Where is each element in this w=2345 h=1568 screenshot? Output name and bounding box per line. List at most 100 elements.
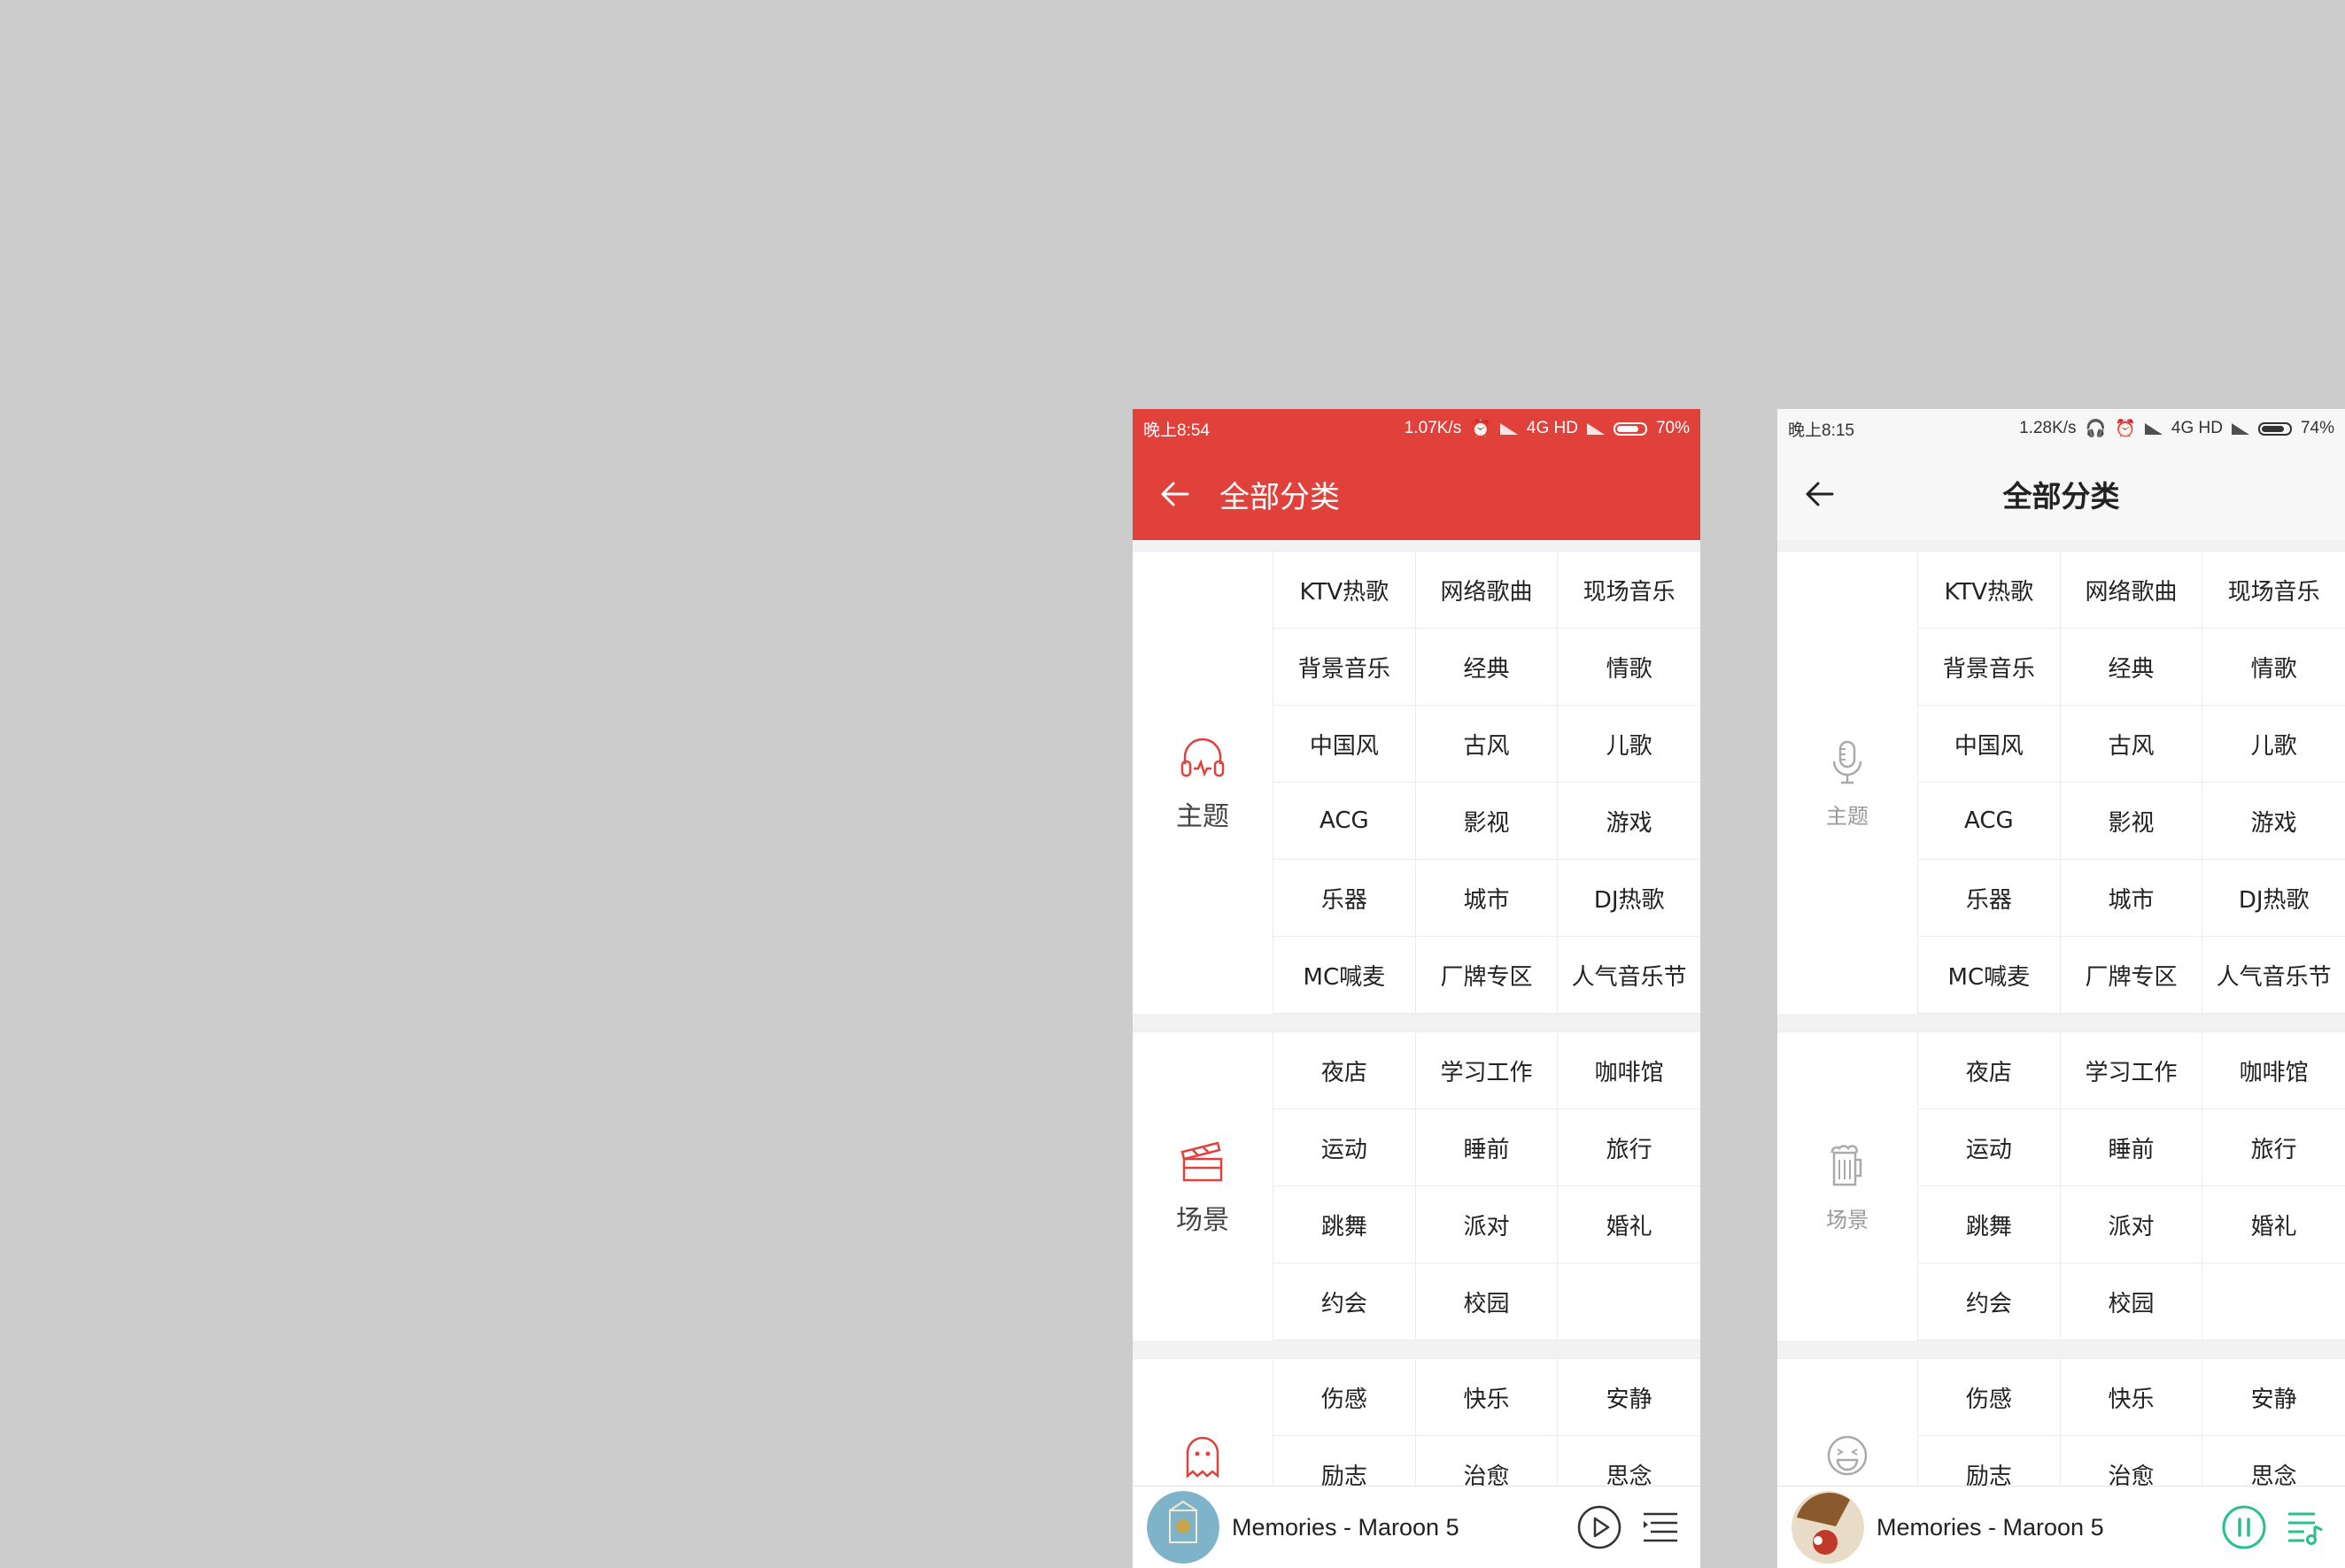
category-item[interactable]: 快乐: [1415, 1359, 1559, 1436]
category-section-theme: 主题 KTV热歌 网络歌曲 现场音乐 背景音乐 经典 情歌 中国风 古风 儿歌 …: [1133, 551, 1700, 1014]
category-section-scene: 场景 夜店 学习工作 咖啡馆 运动 睡前 旅行 跳舞 派对 婚礼 约会 校园: [1777, 1031, 2345, 1340]
category-list: 主题 KTV热歌 网络歌曲 现场音乐 背景音乐 经典 情歌 中国风 古风 儿歌 …: [1777, 540, 2345, 1513]
category-item[interactable]: ACG: [1918, 783, 2061, 860]
category-item[interactable]: 伤感: [1273, 1359, 1416, 1436]
category-item[interactable]: 城市: [2060, 860, 2203, 937]
section-name: 场景: [1826, 1207, 1869, 1232]
category-item[interactable]: 背景音乐: [1273, 629, 1416, 706]
category-item[interactable]: 游戏: [2202, 783, 2345, 860]
category-item[interactable]: 安静: [1558, 1359, 1700, 1436]
category-grid: 夜店 学习工作 咖啡馆 运动 睡前 旅行 跳舞 派对 婚礼 约会 校园: [1273, 1032, 1700, 1340]
category-item[interactable]: 学习工作: [1415, 1032, 1559, 1109]
category-grid: KTV热歌 网络歌曲 现场音乐 背景音乐 经典 情歌 中国风 古风 儿歌 ACG…: [1273, 552, 1700, 1014]
category-item[interactable]: 睡前: [2060, 1109, 2203, 1186]
category-item[interactable]: 厂牌专区: [2060, 937, 2203, 1014]
category-item[interactable]: 古风: [1415, 706, 1559, 783]
category-grid: 夜店 学习工作 咖啡馆 运动 睡前 旅行 跳舞 派对 婚礼 约会 校园: [1918, 1032, 2345, 1340]
category-item[interactable]: 儿歌: [2202, 706, 2345, 783]
category-item[interactable]: 跳舞: [1918, 1186, 2061, 1263]
category-item[interactable]: MC喊麦: [1273, 937, 1416, 1014]
category-item[interactable]: KTV热歌: [1273, 552, 1416, 629]
category-item[interactable]: DJ热歌: [1558, 860, 1700, 937]
category-item[interactable]: 运动: [1273, 1109, 1416, 1186]
category-item[interactable]: 城市: [1415, 860, 1559, 937]
category-item[interactable]: 现场音乐: [1558, 552, 1700, 629]
category-item[interactable]: 咖啡馆: [1558, 1032, 1700, 1109]
category-section-scene: 场景 夜店 学习工作 咖啡馆 运动 睡前 旅行 跳舞 派对 婚礼 约会 校园: [1133, 1031, 1700, 1340]
category-item[interactable]: 派对: [1415, 1186, 1559, 1263]
category-item[interactable]: 夜店: [1273, 1032, 1416, 1109]
battery-percent: 70%: [1655, 419, 1690, 437]
category-item[interactable]: KTV热歌: [1918, 552, 2061, 629]
category-item[interactable]: 校园: [1415, 1263, 1559, 1340]
category-item[interactable]: 中国风: [1918, 706, 2061, 783]
category-list: 主题 KTV热歌 网络歌曲 现场音乐 背景音乐 经典 情歌 中国风 古风 儿歌 …: [1133, 540, 1700, 1513]
network-speed: 1.28K/s: [2019, 419, 2077, 437]
category-item[interactable]: 约会: [1273, 1263, 1416, 1340]
category-item[interactable]: 乐器: [1273, 860, 1416, 937]
category-item[interactable]: 经典: [1415, 629, 1559, 706]
category-item[interactable]: 快乐: [2060, 1359, 2203, 1436]
category-item[interactable]: 校园: [2060, 1263, 2203, 1340]
category-item[interactable]: MC喊麦: [1918, 937, 2061, 1014]
category-item[interactable]: 情歌: [2202, 629, 2345, 706]
play-button[interactable]: [1576, 1504, 1622, 1550]
back-arrow-icon[interactable]: [1802, 476, 1838, 512]
category-item[interactable]: 运动: [1918, 1109, 2061, 1186]
category-item[interactable]: 游戏: [1558, 783, 1700, 860]
category-item[interactable]: 派对: [2060, 1186, 2203, 1263]
category-item[interactable]: 现场音乐: [2202, 552, 2345, 629]
category-item[interactable]: 影视: [1415, 783, 1559, 860]
back-arrow-icon[interactable]: [1157, 476, 1193, 512]
category-item[interactable]: 网络歌曲: [2060, 552, 2203, 629]
mini-player[interactable]: Memories - Maroon 5: [1777, 1486, 2345, 1568]
clapperboard-icon: [1180, 1141, 1223, 1182]
album-cover[interactable]: [1147, 1491, 1219, 1564]
signal-icon: [2144, 422, 2163, 435]
category-item[interactable]: 影视: [2060, 783, 2203, 860]
laughing-face-icon: [1827, 1435, 1868, 1476]
category-item[interactable]: 旅行: [1558, 1109, 1700, 1186]
category-item[interactable]: 咖啡馆: [2202, 1032, 2345, 1109]
category-item[interactable]: 跳舞: [1273, 1186, 1416, 1263]
now-playing-title: Memories - Maroon 5: [1877, 1513, 2104, 1541]
category-item[interactable]: 学习工作: [2060, 1032, 2203, 1109]
category-item[interactable]: 旅行: [2202, 1109, 2345, 1186]
category-item[interactable]: 伤感: [1918, 1359, 2061, 1436]
section-label: 场景: [1133, 1032, 1273, 1340]
category-item[interactable]: 睡前: [1415, 1109, 1559, 1186]
category-item[interactable]: 儿歌: [1558, 706, 1700, 783]
category-item[interactable]: 人气音乐节: [1558, 937, 1700, 1014]
app-bar: 全部分类: [1777, 448, 2345, 540]
section-label: 场景: [1777, 1032, 1918, 1340]
category-item[interactable]: 人气音乐节: [2202, 937, 2345, 1014]
category-section-theme: 主题 KTV热歌 网络歌曲 现场音乐 背景音乐 经典 情歌 中国风 古风 儿歌 …: [1777, 551, 2345, 1014]
category-item[interactable]: 安静: [2202, 1359, 2345, 1436]
category-item[interactable]: 婚礼: [1558, 1186, 1700, 1263]
pause-button[interactable]: [2221, 1504, 2267, 1550]
category-item[interactable]: 情歌: [1558, 629, 1700, 706]
category-item[interactable]: DJ热歌: [2202, 860, 2345, 937]
category-item[interactable]: 厂牌专区: [1415, 937, 1559, 1014]
beer-mug-icon: [1830, 1144, 1862, 1186]
category-item[interactable]: 背景音乐: [1918, 629, 2061, 706]
category-item[interactable]: 夜店: [1918, 1032, 2061, 1109]
category-item[interactable]: 约会: [1918, 1263, 2061, 1340]
category-item[interactable]: 经典: [2060, 629, 2203, 706]
playlist-icon[interactable]: [2285, 1507, 2326, 1548]
category-item[interactable]: ACG: [1273, 783, 1416, 860]
microphone-icon: [1832, 740, 1862, 784]
category-item[interactable]: 婚礼: [2202, 1186, 2345, 1263]
status-bar: 晚上8:54 1.07K/s ⏰ 4G HD 70%: [1133, 409, 1700, 448]
playlist-icon[interactable]: [1640, 1507, 1681, 1548]
category-item[interactable]: 中国风: [1273, 706, 1416, 783]
ghost-icon: [1186, 1436, 1219, 1479]
category-item[interactable]: 乐器: [1918, 860, 2061, 937]
category-item[interactable]: 古风: [2060, 706, 2203, 783]
page-title: 全部分类: [2002, 479, 2120, 514]
mini-player[interactable]: Memories - Maroon 5: [1133, 1486, 1700, 1568]
network-speed: 1.07K/s: [1404, 419, 1462, 437]
category-item-empty: [1558, 1263, 1700, 1340]
album-cover[interactable]: [1792, 1491, 1864, 1564]
category-item[interactable]: 网络歌曲: [1415, 552, 1559, 629]
